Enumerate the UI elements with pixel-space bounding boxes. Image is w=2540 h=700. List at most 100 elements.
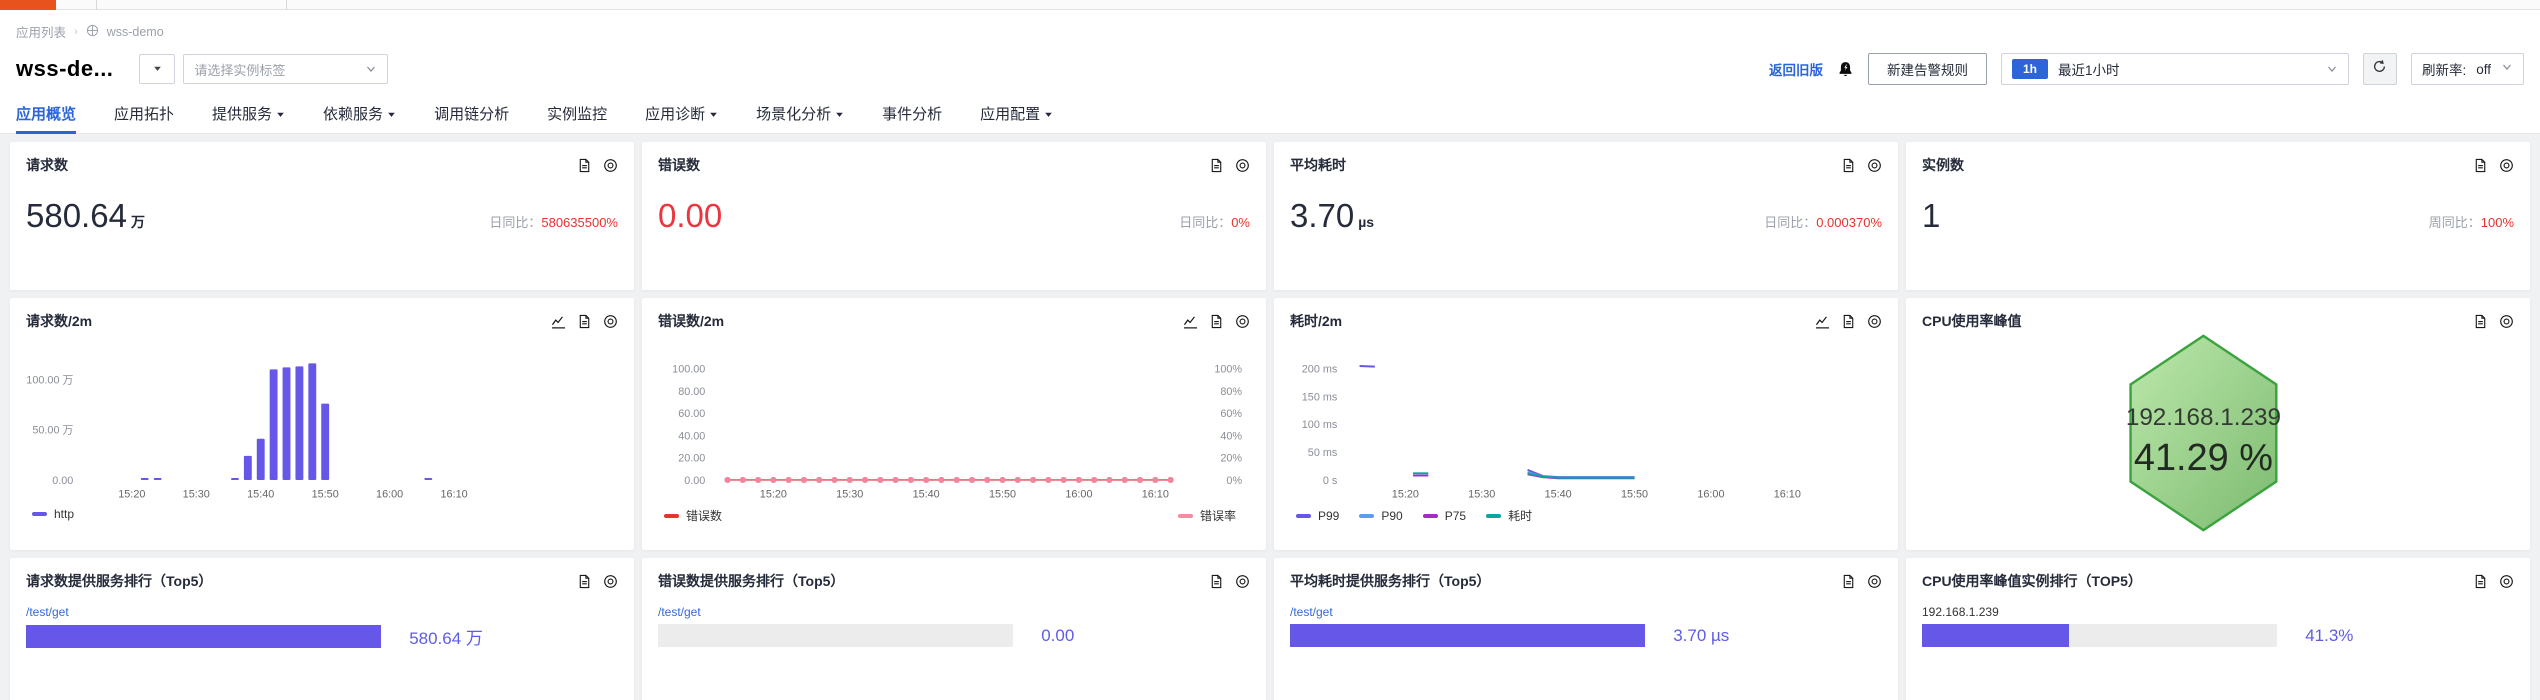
tab-provided-services[interactable]: 提供服务 <box>212 93 285 133</box>
rank-card-latency: 平均耗时提供服务排行（Top5） /test/get 3.70 µs <box>1274 558 1898 700</box>
browser-top-strip <box>0 0 2540 10</box>
legend-swatch <box>1178 514 1193 518</box>
legend-item-haoshi[interactable]: 耗时 <box>1486 507 1532 524</box>
legend-item-http[interactable]: http <box>32 507 74 521</box>
monitor-eye-icon[interactable] <box>1867 158 1882 173</box>
tab-app-diagnosis[interactable]: 应用诊断 <box>645 93 718 133</box>
caret-down-icon <box>709 110 718 119</box>
rank-item-link[interactable]: /test/get <box>1290 605 1882 619</box>
report-icon[interactable] <box>577 574 592 589</box>
monitor-eye-icon[interactable] <box>1235 158 1250 173</box>
report-icon[interactable] <box>1841 158 1856 173</box>
instance-tag-select[interactable]: 请选择实例标签 <box>183 54 388 84</box>
svg-text:60.00: 60.00 <box>678 408 705 420</box>
report-icon[interactable] <box>2473 314 2488 329</box>
requests-bar-chart[interactable]: 0.0050.00 万100.00 万15:2015:3015:4015:501… <box>26 335 618 507</box>
monitor-eye-icon[interactable] <box>2499 314 2514 329</box>
chart-legend: P99 P90 P75 耗时 <box>1290 507 1882 524</box>
report-icon[interactable] <box>577 158 592 173</box>
rank-bar-fill[interactable] <box>1922 624 2069 647</box>
rank-item-link[interactable]: /test/get <box>658 605 1250 619</box>
trend-chart-icon[interactable] <box>1183 314 1198 329</box>
tab-instance-monitor[interactable]: 实例监控 <box>547 93 607 133</box>
report-icon[interactable] <box>1209 314 1224 329</box>
svg-text:0.00: 0.00 <box>52 475 73 487</box>
card-title: 错误数/2m <box>658 311 724 331</box>
ranking-row: 请求数提供服务排行（Top5） /test/get 580.64 万 错误数提供… <box>10 558 2530 700</box>
rank-bar-fill[interactable] <box>1290 624 1645 647</box>
svg-text:100%: 100% <box>1214 364 1242 376</box>
refresh-button[interactable] <box>2363 53 2397 85</box>
report-icon[interactable] <box>1841 574 1856 589</box>
kpi-card-instances: 实例数 1 周同比：100% <box>1906 142 2530 290</box>
kpi-compare: 周同比：100% <box>2429 212 2514 231</box>
hexagon-shape[interactable] <box>2131 336 2277 530</box>
tab-app-config[interactable]: 应用配置 <box>980 93 1053 133</box>
legend-item-p99[interactable]: P99 <box>1296 509 1339 523</box>
app-switcher-button[interactable] <box>139 54 175 84</box>
monitor-eye-icon[interactable] <box>1235 574 1250 589</box>
report-icon[interactable] <box>1209 158 1224 173</box>
trend-chart-icon[interactable] <box>551 314 566 329</box>
monitor-eye-icon[interactable] <box>2499 158 2514 173</box>
kpi-compare: 日同比：0.000370% <box>1764 212 1882 231</box>
svg-text:15:50: 15:50 <box>312 488 339 500</box>
rank-card-errors: 错误数提供服务排行（Top5） /test/get 0.00 <box>642 558 1266 700</box>
card-title: 实例数 <box>1922 155 1964 175</box>
monitor-eye-icon[interactable] <box>603 574 618 589</box>
alarm-bell-icon[interactable] <box>1837 61 1854 78</box>
latency-line-chart[interactable]: 0 s50 ms100 ms150 ms200 ms15:2015:3015:4… <box>1290 335 1882 507</box>
cpu-usage-hexagon[interactable]: 192.168.1.239 41.29 % <box>1922 331 2514 535</box>
kpi-compare: 日同比：0% <box>1179 212 1250 231</box>
tab-dependent-services[interactable]: 依赖服务 <box>323 93 396 133</box>
back-to-old-version-link[interactable]: 返回旧版 <box>1769 59 1823 79</box>
refresh-rate-select[interactable]: 刷新率: off <box>2411 53 2524 85</box>
chart-card-latency: 耗时/2m 0 s50 ms100 ms150 ms200 ms15:2015:… <box>1274 298 1898 550</box>
time-range-select[interactable]: 1h 最近1小时 <box>2001 53 2349 85</box>
tab-scenario-analysis[interactable]: 场景化分析 <box>756 93 844 133</box>
card-title: 耗时/2m <box>1290 311 1342 331</box>
tab-app-topology[interactable]: 应用拓扑 <box>114 93 174 133</box>
report-icon[interactable] <box>2473 574 2488 589</box>
rank-bar-fill[interactable] <box>26 625 381 648</box>
monitor-eye-icon[interactable] <box>603 314 618 329</box>
new-alarm-rule-button[interactable]: 新建告警规则 <box>1868 53 1987 85</box>
kpi-value: 580.64 <box>26 197 127 235</box>
svg-text:15:30: 15:30 <box>836 488 863 500</box>
svg-text:15:50: 15:50 <box>989 488 1016 500</box>
caret-down-icon <box>276 110 285 119</box>
card-title: CPU使用率峰值 <box>1922 311 2022 331</box>
kpi-row: 请求数 580.64 万 日同比：580635500% 错误数 0.00 日同比… <box>10 142 2530 290</box>
svg-text:20.00: 20.00 <box>678 453 705 465</box>
card-title: 平均耗时 <box>1290 155 1346 175</box>
tab-event-analysis[interactable]: 事件分析 <box>882 93 942 133</box>
monitor-eye-icon[interactable] <box>1867 314 1882 329</box>
legend-item-error-rate[interactable]: 错误率 <box>1178 507 1236 524</box>
report-icon[interactable] <box>2473 158 2488 173</box>
kpi-value: 3.70 <box>1290 197 1354 235</box>
svg-text:100.00 万: 100.00 万 <box>26 374 73 386</box>
trend-chart-icon[interactable] <box>1815 314 1830 329</box>
svg-text:15:40: 15:40 <box>1545 488 1572 500</box>
kpi-value: 0.00 <box>658 197 722 235</box>
monitor-eye-icon[interactable] <box>1235 314 1250 329</box>
tab-app-overview[interactable]: 应用概览 <box>16 93 76 133</box>
svg-text:200 ms: 200 ms <box>1302 364 1338 376</box>
legend-item-p90[interactable]: P90 <box>1359 509 1402 523</box>
monitor-eye-icon[interactable] <box>1867 574 1882 589</box>
errors-line-chart[interactable]: 0.0020.0040.0060.0080.00100.000%20%40%60… <box>658 335 1250 507</box>
monitor-eye-icon[interactable] <box>603 158 618 173</box>
report-icon[interactable] <box>1209 574 1224 589</box>
svg-text:50.00 万: 50.00 万 <box>32 425 73 437</box>
breadcrumb-root-link[interactable]: 应用列表 <box>16 22 66 41</box>
page-title: wss-de... <box>16 56 113 82</box>
browser-tab-separator <box>96 0 97 10</box>
report-icon[interactable] <box>577 314 592 329</box>
chart-legend: 错误数 错误率 <box>658 507 1250 524</box>
legend-item-p75[interactable]: P75 <box>1423 509 1466 523</box>
report-icon[interactable] <box>1841 314 1856 329</box>
monitor-eye-icon[interactable] <box>2499 574 2514 589</box>
legend-item-error-count[interactable]: 错误数 <box>664 507 722 524</box>
tab-trace-analysis[interactable]: 调用链分析 <box>434 93 509 133</box>
rank-item-link[interactable]: /test/get <box>26 605 618 619</box>
